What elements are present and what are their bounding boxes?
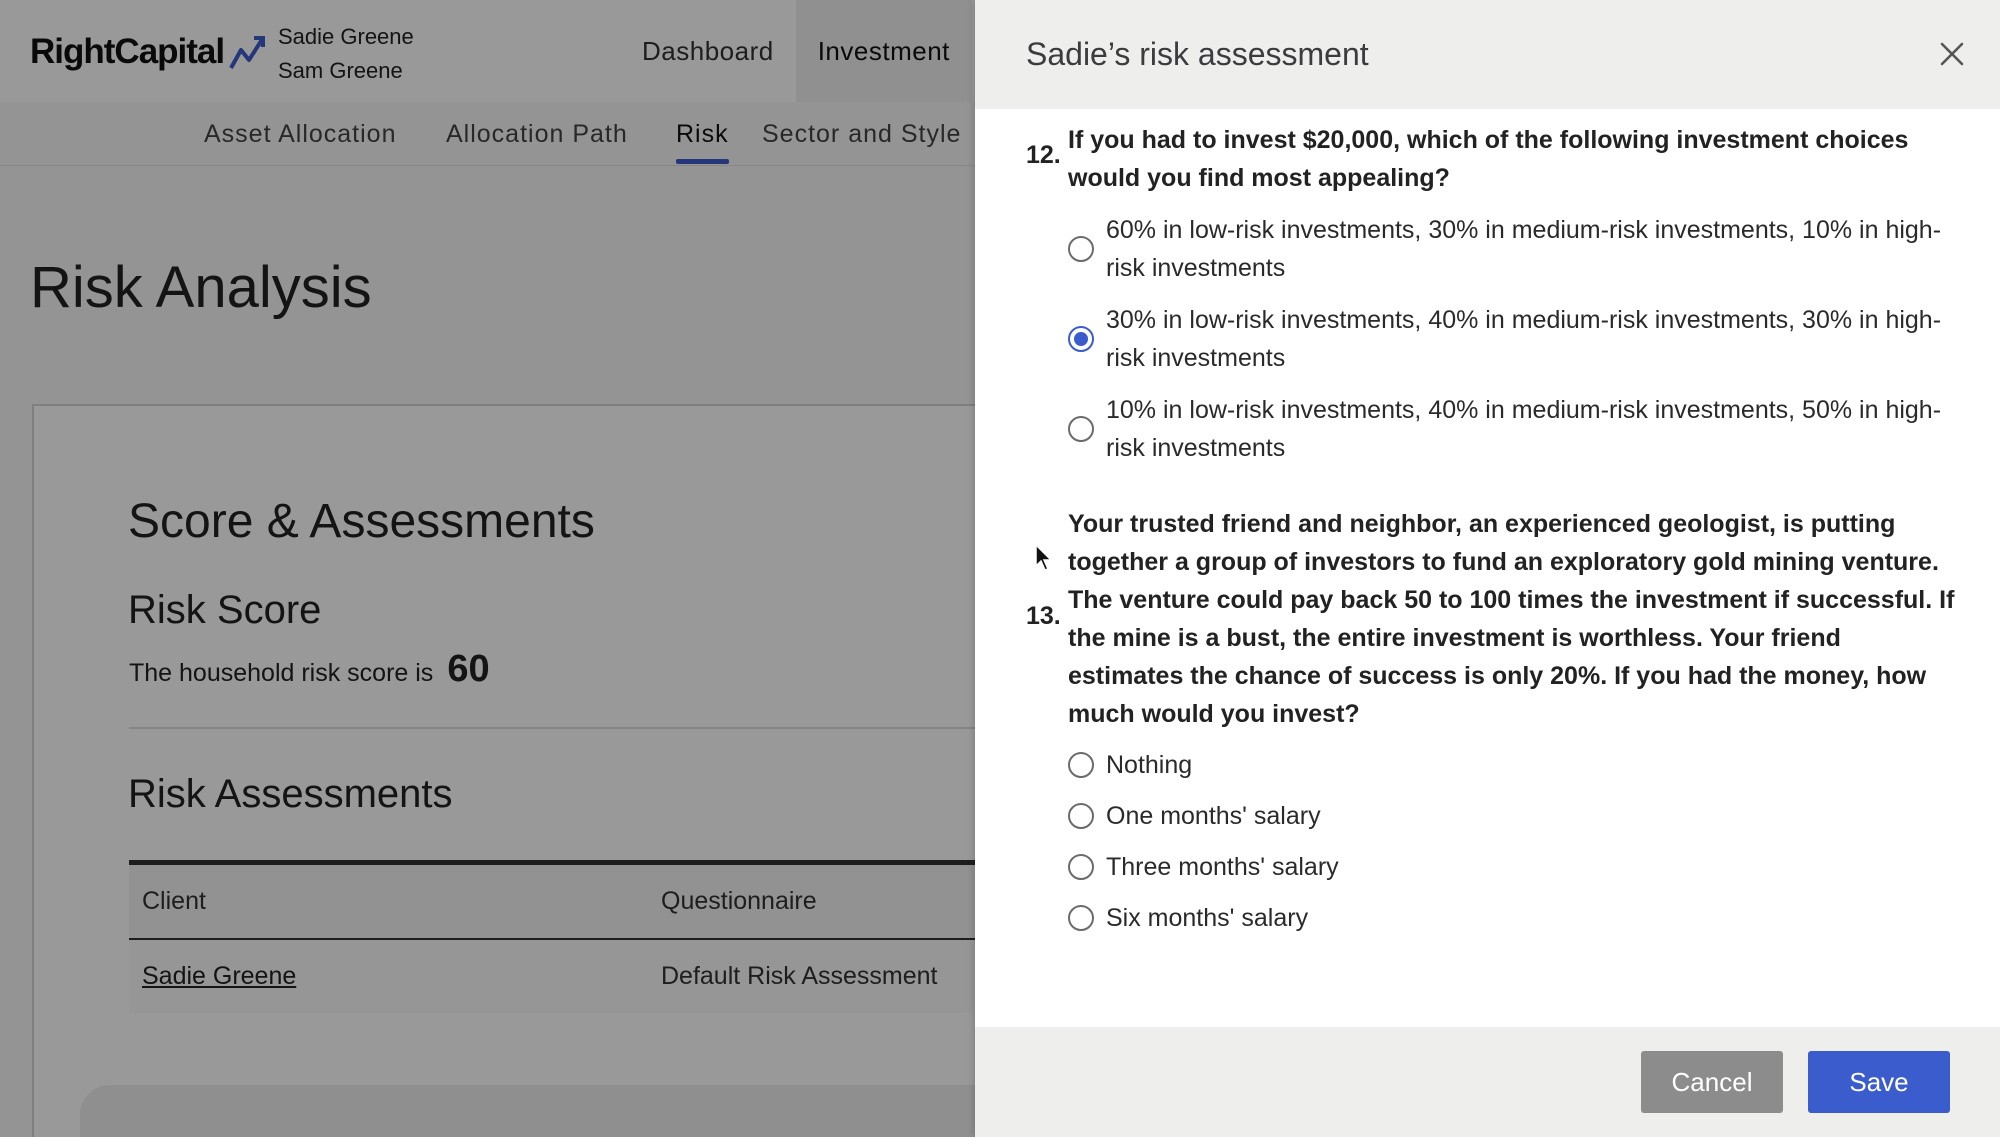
cancel-button[interactable]: Cancel bbox=[1641, 1051, 1783, 1113]
radio-button[interactable] bbox=[1068, 803, 1094, 829]
mouse-cursor-icon bbox=[1035, 544, 1053, 571]
radio-button-selected[interactable] bbox=[1068, 326, 1094, 352]
radio-button[interactable] bbox=[1068, 236, 1094, 262]
answer-option[interactable]: One months' salary bbox=[1068, 797, 1948, 835]
answer-label: One months' salary bbox=[1106, 802, 1321, 830]
radio-button[interactable] bbox=[1068, 905, 1094, 931]
answer-label: 30% in low-risk investments, 40% in medi… bbox=[1106, 306, 1942, 372]
question-number: 13. bbox=[1026, 602, 1061, 630]
close-icon bbox=[1940, 42, 1964, 66]
modal-overlay[interactable] bbox=[0, 0, 975, 1137]
radio-button[interactable] bbox=[1068, 416, 1094, 442]
answer-label: 10% in low-risk investments, 40% in medi… bbox=[1106, 396, 1942, 462]
drawer-footer: Cancel Save bbox=[975, 1027, 2000, 1137]
save-button[interactable]: Save bbox=[1808, 1051, 1950, 1113]
radio-button[interactable] bbox=[1068, 752, 1094, 778]
answer-option[interactable]: Three months' salary bbox=[1068, 848, 1948, 886]
drawer-header: Sadie’s risk assessment bbox=[975, 0, 2000, 109]
radio-button[interactable] bbox=[1068, 854, 1094, 880]
question-number: 12. bbox=[1026, 141, 1061, 169]
answer-option[interactable]: 60% in low-risk investments, 30% in medi… bbox=[1068, 211, 1948, 287]
drawer-body[interactable]: 12. If you had to invest $20,000, which … bbox=[975, 109, 2000, 1027]
answer-option[interactable]: Nothing bbox=[1068, 746, 1948, 784]
question-text: If you had to invest $20,000, which of t… bbox=[1068, 126, 1909, 192]
risk-assessment-drawer: Sadie’s risk assessment 12. If you had t… bbox=[975, 0, 2000, 1137]
answer-option[interactable]: Six months' salary bbox=[1068, 899, 1948, 937]
answer-label: Six months' salary bbox=[1106, 904, 1309, 932]
answer-option[interactable]: 10% in low-risk investments, 40% in medi… bbox=[1068, 391, 1948, 467]
drawer-title: Sadie’s risk assessment bbox=[1026, 36, 1369, 72]
answer-label: Three months' salary bbox=[1106, 853, 1339, 881]
answer-label: Nothing bbox=[1106, 751, 1193, 779]
answer-label: 60% in low-risk investments, 30% in medi… bbox=[1106, 216, 1942, 282]
close-button[interactable] bbox=[1932, 34, 1972, 74]
answer-option[interactable]: 30% in low-risk investments, 40% in medi… bbox=[1068, 301, 1948, 377]
question-text: Your trusted friend and neighbor, an exp… bbox=[1068, 510, 1955, 728]
